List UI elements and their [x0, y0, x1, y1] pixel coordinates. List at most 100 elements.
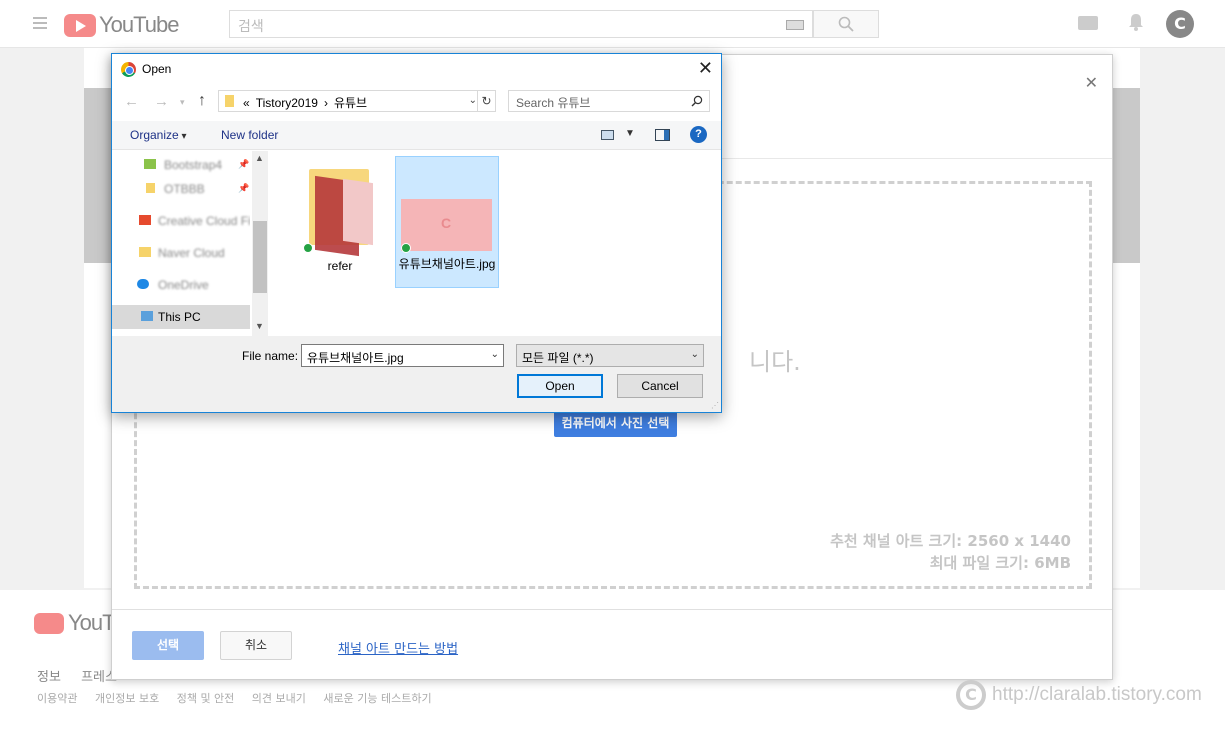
breadcrumb: « Tistory2019 › 유튜브 [243, 94, 373, 111]
nav-item-label: This PC [158, 310, 201, 324]
file-list: refer 유튜브채널아트.jpg [269, 151, 721, 336]
open-file-dialog: Open ✕ ← → ▾ ↑ « Tistory2019 › 유튜브 ⌄ ↻ Sear… [111, 53, 722, 413]
footer-link[interactable]: 의견 보내기 [252, 692, 306, 705]
footer-link[interactable]: 정책 및 안전 [177, 692, 235, 705]
nav-item-label: Creative Cloud Fil [158, 214, 250, 228]
howto-link[interactable]: 채널 아트 만드는 방법 [338, 638, 458, 657]
file-type-select[interactable]: 모든 파일 (*.*) ⌄ [516, 344, 704, 367]
drop-instructions: 니다. [749, 348, 801, 376]
breadcrumb-item[interactable]: Tistory2019 [256, 96, 318, 110]
footer-link[interactable]: 새로운 기능 테스트하기 [323, 692, 431, 705]
footer-link[interactable]: 이용약관 [37, 692, 77, 705]
folder-icon [225, 95, 234, 107]
dialog-toolbar: Organize New folder ▼ ? [112, 121, 721, 150]
file-type-value: 모든 파일 (*.*) [522, 351, 594, 365]
folder-icon [144, 159, 156, 169]
chevron-down-icon[interactable]: ⌄ [469, 95, 477, 106]
file-name-value: 유튜브채널아트.jpg [307, 351, 404, 365]
search-icon [838, 16, 854, 32]
chevron-down-icon: ⌄ [690, 349, 699, 360]
refresh-icon[interactable]: ↻ [477, 91, 495, 111]
scroll-down-icon[interactable]: ▼ [255, 321, 264, 331]
address-bar[interactable]: « Tistory2019 › 유튜브 ⌄ ↻ [218, 90, 496, 112]
nav-item[interactable]: OneDrive [112, 273, 250, 297]
watermark-logo-icon: C [956, 680, 986, 710]
nav-item[interactable]: OTBBB 📌 [112, 177, 250, 201]
nav-item-this-pc[interactable]: This PC [112, 305, 250, 329]
hamburger-menu-icon[interactable] [33, 17, 47, 32]
watermark-text: http://claralab.tistory.com [992, 684, 1202, 705]
youtube-header: YouTube 검색 C [0, 0, 1225, 48]
close-icon[interactable]: ✕ [1085, 73, 1098, 92]
notifications-bell-icon[interactable] [1128, 13, 1144, 31]
nav-item-label: Naver Cloud [158, 246, 225, 260]
change-view-icon[interactable] [601, 130, 614, 140]
keyboard-icon[interactable] [786, 20, 804, 30]
chrome-icon [121, 62, 136, 77]
footer-link[interactable]: 정보 [37, 670, 61, 685]
cancel-button[interactable]: 취소 [220, 631, 292, 660]
synced-check-icon [303, 243, 313, 253]
new-folder-button[interactable]: New folder [221, 128, 278, 142]
help-icon[interactable]: ? [690, 126, 707, 143]
file-item-folder[interactable]: refer [295, 157, 385, 275]
chevron-down-icon[interactable]: ⌄ [491, 349, 499, 360]
search-placeholder: Search 유튜브 [516, 96, 591, 110]
file-name-input[interactable]: 유튜브채널아트.jpg ⌄ [301, 344, 504, 367]
preview-pane-icon[interactable] [655, 129, 670, 141]
forward-arrow-icon[interactable]: → [154, 93, 169, 110]
footer-link[interactable]: 개인정보 보호 [95, 692, 159, 705]
nav-item[interactable]: Creative Cloud Fil [112, 209, 250, 233]
open-button[interactable]: Open [517, 374, 603, 398]
image-thumbnail [401, 199, 492, 251]
recent-locations-chevron-icon[interactable]: ▾ [180, 97, 185, 108]
modal-footer: 선택 취소 채널 아트 만드는 방법 [112, 609, 1112, 679]
pin-icon: 📌 [238, 159, 250, 169]
search-folder-input[interactable]: Search 유튜브 [508, 90, 710, 112]
youtube-logo[interactable]: YouTube [64, 12, 179, 38]
youtube-play-icon [64, 13, 96, 37]
create-video-icon[interactable] [1078, 16, 1098, 30]
folder-icon [146, 183, 155, 193]
onedrive-icon [137, 279, 149, 289]
breadcrumb-overflow[interactable]: « [243, 96, 250, 110]
organize-menu[interactable]: Organize [130, 128, 187, 142]
up-arrow-icon[interactable]: ↑ [198, 92, 206, 110]
avatar[interactable]: C [1166, 10, 1194, 38]
navigation-pane: Bootstrap4 📌 OTBBB 📌 Creative Cloud Fil … [112, 151, 268, 336]
breadcrumb-separator[interactable]: › [324, 96, 328, 110]
nav-item-label: Bootstrap4 [164, 158, 223, 172]
recommended-size-text: 추천 채널 아트 크기: 2560 x 1440 [830, 532, 1071, 550]
view-options-chevron-icon[interactable]: ▼ [625, 128, 635, 139]
select-button[interactable]: 선택 [132, 631, 204, 660]
navigation-bar: ← → ▾ ↑ « Tistory2019 › 유튜브 ⌄ ↻ Search 유튜브 [112, 87, 721, 117]
nav-item[interactable]: Naver Cloud [112, 241, 250, 265]
resize-grip-icon[interactable]: ⋰ [711, 401, 719, 410]
folder-icon [139, 247, 151, 257]
dialog-footer: File name: 유튜브채널아트.jpg ⌄ 모든 파일 (*.*) ⌄ O… [112, 336, 721, 412]
navigation-scrollbar[interactable]: ▲ ▼ [252, 151, 268, 336]
search-button[interactable] [813, 10, 879, 38]
footer-links-secondary: 이용약관 개인정보 보호 정책 및 안전 의견 보내기 새로운 기능 테스트하기 [37, 690, 446, 706]
scroll-up-icon[interactable]: ▲ [255, 153, 264, 163]
file-name-label: File name: [242, 349, 299, 363]
max-file-size-text: 최대 파일 크기: 6MB [929, 554, 1071, 572]
file-name: refer [327, 259, 353, 273]
computer-icon [141, 311, 153, 321]
breadcrumb-item[interactable]: 유튜브 [334, 96, 367, 110]
search-icon [691, 95, 703, 107]
scrollbar-thumb[interactable] [253, 221, 267, 293]
back-arrow-icon[interactable]: ← [124, 93, 139, 110]
pin-icon: 📌 [238, 183, 250, 193]
dialog-title: Open [142, 62, 172, 76]
dialog-title-bar[interactable]: Open ✕ [112, 54, 721, 85]
nav-item[interactable]: Bootstrap4 📌 [112, 153, 250, 177]
youtube-play-icon [34, 612, 64, 634]
youtube-logo-text: YouTube [99, 12, 179, 37]
cancel-button[interactable]: Cancel [617, 374, 703, 398]
search-input[interactable]: 검색 [229, 10, 813, 38]
file-item-image[interactable]: 유튜브채널아트.jpg [395, 156, 499, 288]
select-from-computer-button[interactable]: 컴퓨터에서 사진 선택 [554, 409, 677, 437]
synced-check-icon [401, 243, 411, 253]
close-icon[interactable]: ✕ [698, 58, 713, 79]
